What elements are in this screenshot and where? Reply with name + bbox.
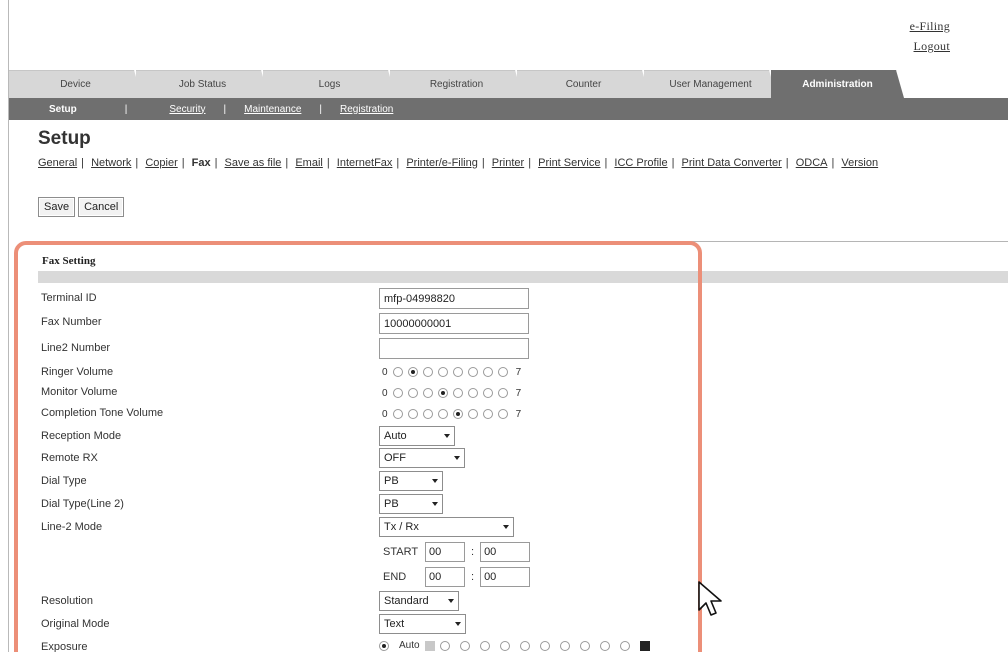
highlight-callout [14,241,702,652]
settings-link-internetfax[interactable]: InternetFax [337,157,393,169]
settings-link-icc-profile[interactable]: ICC Profile [614,157,667,169]
settings-link-copier[interactable]: Copier [145,157,177,169]
settings-link-save-as-file[interactable]: Save as file [225,157,282,169]
action-buttons: Save Cancel [38,197,125,217]
e-filing-link[interactable]: e-Filing [910,16,950,36]
subnav-separator: | [124,103,128,115]
tab-device[interactable]: Device [9,70,142,98]
settings-link-general[interactable]: General [38,157,77,169]
save-button[interactable]: Save [38,197,76,217]
settings-link-print-service[interactable]: Print Service [538,157,600,169]
subnav-security[interactable]: Security [133,104,217,115]
tab-administration[interactable]: Administration [771,70,904,98]
main-tabs: Device Job Status Logs Registration Coun… [9,70,904,98]
settings-link-printer-efiling[interactable]: Printer/e-Filing [406,157,478,169]
mouse-cursor-icon [698,581,722,616]
tab-registration[interactable]: Registration [390,70,523,98]
cancel-button[interactable]: Cancel [78,197,125,217]
settings-link-fax[interactable]: Fax [192,157,211,169]
page-title: Setup [38,128,91,149]
subnav-setup[interactable]: Setup [9,104,119,115]
settings-link-printer[interactable]: Printer [492,157,524,169]
settings-link-print-data-converter[interactable]: Print Data Converter [682,157,782,169]
settings-link-network[interactable]: Network [91,157,131,169]
sub-navigation: Setup | Security | Maintenance | Registr… [9,98,1008,120]
subnav-separator: | [319,103,322,115]
subnav-maintenance[interactable]: Maintenance [232,104,313,115]
subnav-registration[interactable]: Registration [328,104,405,115]
header-links: e-Filing Logout [910,16,950,56]
settings-link-version[interactable]: Version [841,157,878,169]
settings-link-odca[interactable]: ODCA [796,157,828,169]
subnav-separator: | [223,103,227,115]
settings-link-bar: General | Network | Copier | Fax | Save as f… [38,157,879,169]
tab-counter[interactable]: Counter [517,70,650,98]
tab-job-status[interactable]: Job Status [136,70,269,98]
tab-logs[interactable]: Logs [263,70,396,98]
logout-link[interactable]: Logout [910,36,950,56]
settings-link-email[interactable]: Email [295,157,323,169]
tab-user-management[interactable]: User Management [644,70,777,98]
